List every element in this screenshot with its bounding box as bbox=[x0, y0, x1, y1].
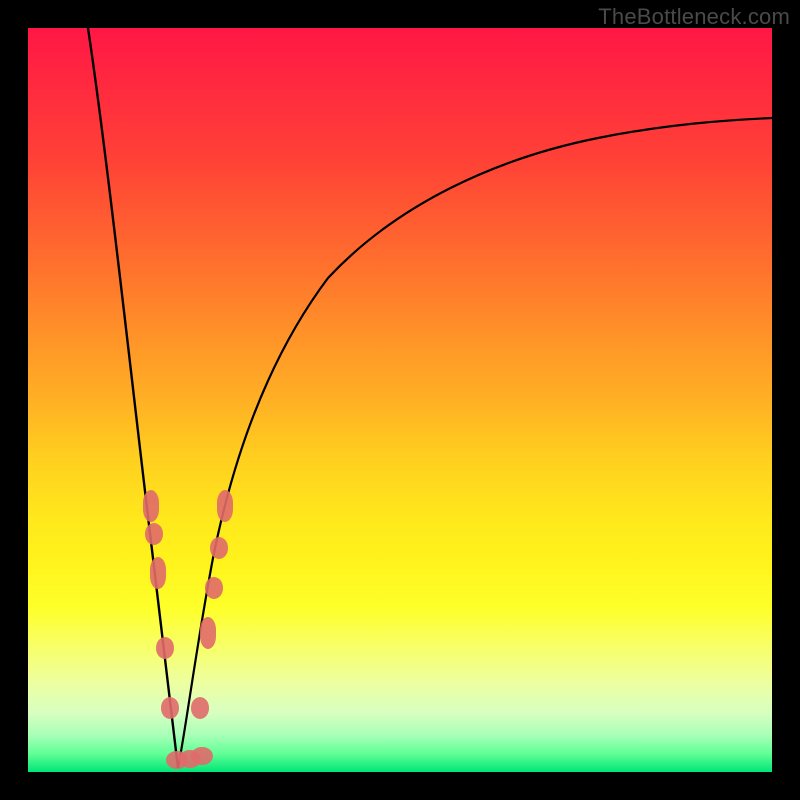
data-marker bbox=[161, 697, 179, 719]
data-marker bbox=[191, 747, 213, 765]
data-marker bbox=[205, 577, 223, 599]
data-marker bbox=[210, 537, 228, 559]
plot-area bbox=[28, 28, 772, 772]
data-marker bbox=[217, 490, 233, 522]
data-marker bbox=[156, 637, 174, 659]
data-marker bbox=[143, 490, 159, 522]
data-marker bbox=[150, 557, 166, 589]
watermark-text: TheBottleneck.com bbox=[598, 4, 790, 30]
data-marker bbox=[145, 523, 163, 545]
data-marker bbox=[200, 617, 216, 649]
data-marker bbox=[191, 697, 209, 719]
bottleneck-curve bbox=[28, 28, 772, 772]
chart-frame: TheBottleneck.com bbox=[0, 0, 800, 800]
